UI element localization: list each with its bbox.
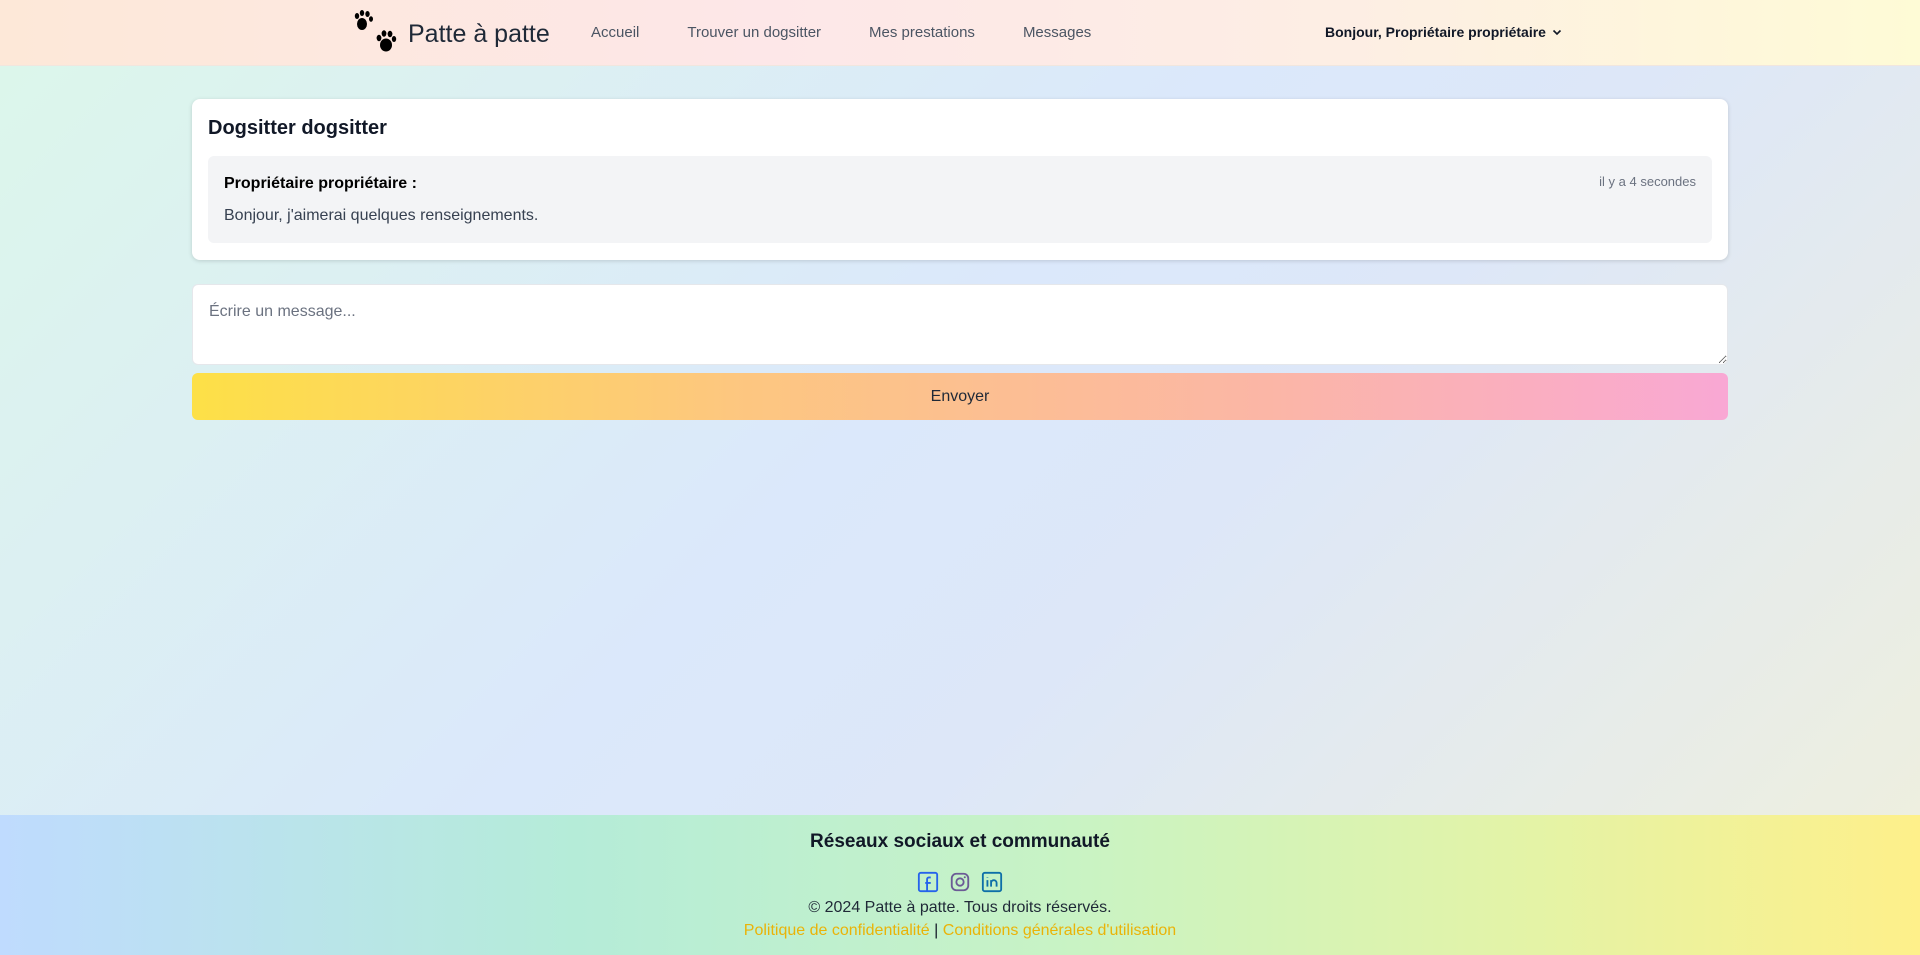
nav-link-accueil[interactable]: Accueil xyxy=(591,24,639,41)
legal-separator: | xyxy=(934,922,939,939)
brand-name: Patte à patte xyxy=(408,19,550,48)
social-links xyxy=(0,871,1920,893)
user-greeting: Bonjour, Propriétaire propriétaire xyxy=(1325,24,1546,40)
nav-link-mes-prestations[interactable]: Mes prestations xyxy=(869,24,975,41)
footer-title: Réseaux sociaux et communauté xyxy=(810,831,1110,852)
message-author: Propriétaire propriétaire : xyxy=(224,175,417,192)
message-text: Bonjour, j'aimerai quelques renseignemen… xyxy=(224,207,539,224)
brand-link[interactable]: Patte à patte xyxy=(352,8,550,61)
main-nav: Accueil Trouver un dogsitter Mes prestat… xyxy=(591,24,1139,41)
paw-prints-icon xyxy=(352,8,400,61)
instagram-icon[interactable] xyxy=(949,871,971,893)
send-button[interactable]: Envoyer xyxy=(192,373,1728,420)
chevron-down-icon xyxy=(1552,29,1562,36)
user-menu-toggle[interactable]: Bonjour, Propriétaire propriétaire xyxy=(1325,24,1562,40)
copyright-text: © 2024 Patte à patte. Tous droits réserv… xyxy=(808,899,1112,916)
message-bubble: Propriétaire propriétaire : il y a 4 sec… xyxy=(208,156,1712,243)
footer: Réseaux sociaux et communauté © 2024 Pat… xyxy=(0,815,1920,955)
message-timestamp: il y a 4 secondes xyxy=(1599,174,1696,189)
nav-link-trouver-dogsitter[interactable]: Trouver un dogsitter xyxy=(687,24,821,41)
facebook-icon[interactable] xyxy=(917,871,939,893)
conversation-card: Dogsitter dogsitter Propriétaire proprié… xyxy=(192,99,1728,260)
conversation-title: Dogsitter dogsitter xyxy=(208,117,387,139)
legal-links: Politique de confidentialité | Condition… xyxy=(0,922,1920,940)
message-input[interactable] xyxy=(192,284,1728,365)
terms-link[interactable]: Conditions générales d'utilisation xyxy=(943,922,1176,939)
top-navbar: Patte à patte Accueil Trouver un dogsitt… xyxy=(0,0,1920,66)
nav-link-messages[interactable]: Messages xyxy=(1023,24,1091,41)
linkedin-icon[interactable] xyxy=(981,871,1003,893)
privacy-policy-link[interactable]: Politique de confidentialité xyxy=(744,922,930,939)
